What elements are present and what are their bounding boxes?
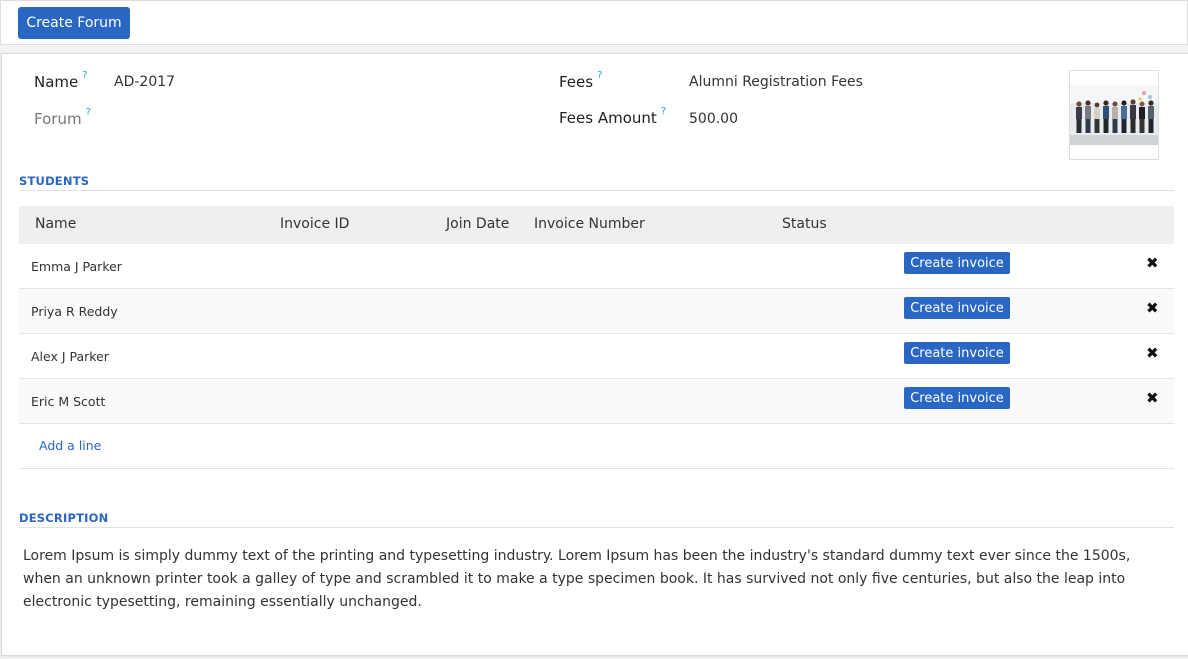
fees-value[interactable]: Alumni Registration Fees (689, 74, 863, 90)
control-panel: Create Forum (0, 0, 1188, 45)
table-row[interactable]: Priya R Reddy Create invoice ✖ (19, 289, 1174, 334)
table-row[interactable]: Eric M Scott Create invoice ✖ (19, 379, 1174, 424)
delete-row-icon[interactable]: ✖ (1146, 254, 1159, 272)
student-name: Alex J Parker (31, 349, 109, 364)
create-invoice-button[interactable]: Create invoice (904, 297, 1010, 319)
column-header-name[interactable]: Name (35, 216, 76, 232)
column-header-invoice-number[interactable]: Invoice Number (534, 216, 645, 232)
group-photo[interactable] (1069, 70, 1159, 160)
name-value[interactable]: AD-2017 (114, 74, 175, 90)
form-sheet: Name? AD-2017 Forum? Fees? Alumni Regist… (1, 53, 1188, 656)
students-divider (19, 190, 1174, 191)
column-header-invoice-id[interactable]: Invoice ID (280, 216, 349, 232)
table-row[interactable]: Alex J Parker Create invoice ✖ (19, 334, 1174, 379)
students-section-title: STUDENTS (19, 174, 90, 188)
fees-amount-label: Fees Amount? (559, 106, 667, 127)
forum-label: Forum? (34, 107, 91, 128)
student-name: Emma J Parker (31, 259, 122, 274)
name-label: Name? (34, 70, 88, 91)
description-divider (19, 527, 1174, 528)
add-a-line-link[interactable]: Add a line (39, 438, 101, 453)
forum-field[interactable] (114, 109, 494, 133)
table-row[interactable]: Emma J Parker Create invoice ✖ (19, 244, 1174, 289)
create-invoice-button[interactable]: Create invoice (904, 387, 1010, 409)
create-invoice-button[interactable]: Create invoice (904, 252, 1010, 274)
delete-row-icon[interactable]: ✖ (1146, 344, 1159, 362)
student-name: Eric M Scott (31, 394, 106, 409)
description-section-title: DESCRIPTION (19, 511, 109, 525)
create-forum-button[interactable]: Create Forum (18, 7, 130, 39)
help-icon[interactable]: ? (661, 106, 666, 117)
description-text[interactable]: Lorem Ipsum is simply dummy text of the … (23, 545, 1163, 614)
column-header-join-date[interactable]: Join Date (446, 216, 509, 232)
fees-label: Fees? (559, 70, 603, 91)
group-photo-image (1070, 85, 1158, 145)
create-invoice-button[interactable]: Create invoice (904, 342, 1010, 364)
help-icon[interactable]: ? (597, 70, 602, 81)
add-line-row: Add a line (19, 424, 1174, 469)
column-header-status[interactable]: Status (782, 216, 827, 232)
delete-row-icon[interactable]: ✖ (1146, 299, 1159, 317)
help-icon[interactable]: ? (86, 107, 91, 118)
students-table-header: Name Invoice ID Join Date Invoice Number… (19, 206, 1174, 245)
fees-amount-value[interactable]: 500.00 (689, 111, 738, 127)
help-icon[interactable]: ? (82, 70, 87, 81)
delete-row-icon[interactable]: ✖ (1146, 389, 1159, 407)
student-name: Priya R Reddy (31, 304, 118, 319)
